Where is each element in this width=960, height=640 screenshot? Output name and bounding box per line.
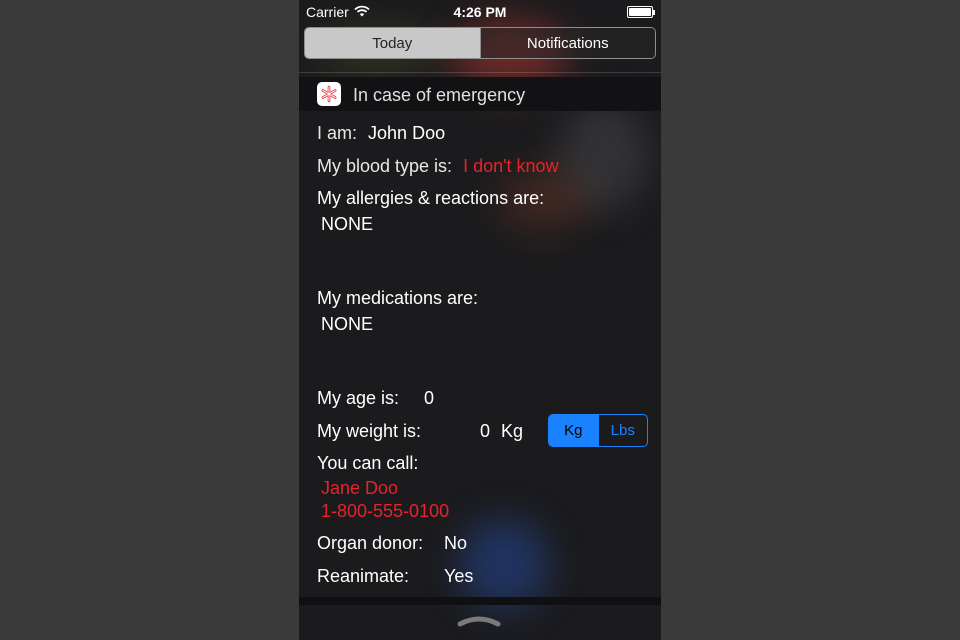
reanimate-value: Yes [444, 566, 474, 586]
name-label: I am: [317, 123, 358, 143]
organ-donor-value: No [444, 533, 468, 553]
age-value: 0 [424, 388, 435, 408]
weight-label: My weight is: [317, 421, 422, 441]
tab-notifications[interactable]: Notifications [479, 28, 655, 58]
call-label: You can call: [317, 453, 419, 473]
widget-header[interactable]: In case of emergency [299, 77, 661, 111]
status-bar: Carrier 4:26 PM [299, 0, 661, 24]
tab-today[interactable]: Today [305, 28, 480, 58]
lbs-option[interactable]: Lbs [597, 415, 648, 446]
widget-footer [299, 597, 661, 605]
blood-type-value: I don't know [463, 156, 559, 176]
contact-phone[interactable]: 1-800-555-0100 [321, 501, 449, 522]
organ-donor-label: Organ donor: [317, 533, 424, 553]
clock: 4:26 PM [453, 4, 507, 20]
notification-center: Carrier 4:26 PM Today Notifications In c… [299, 0, 661, 640]
name-row: I am: John Doo [317, 123, 445, 144]
battery-icon [627, 6, 655, 18]
divider [299, 72, 661, 73]
kg-option[interactable]: Kg [549, 415, 598, 446]
widget-title: In case of emergency [353, 85, 526, 105]
reanimate-label: Reanimate: [317, 566, 410, 586]
weight-unit: Kg [501, 421, 524, 441]
medical-star-icon [317, 82, 341, 106]
medications-label: My medications are: [317, 288, 479, 308]
medications-value: NONE [321, 314, 374, 334]
weight-unit-toggle: Kg Lbs [548, 414, 648, 447]
contact-name[interactable]: Jane Doo [321, 478, 398, 499]
allergies-label: My allergies & reactions are: [317, 188, 545, 208]
grabber-icon[interactable] [457, 614, 501, 633]
age-label: My age is: [317, 388, 400, 408]
blood-type-row: My blood type is: I don't know [317, 156, 559, 177]
weight-value: 0 [480, 421, 491, 441]
blood-type-label: My blood type is: [317, 156, 453, 176]
allergies-value: NONE [321, 214, 374, 234]
name-value: John Doo [368, 123, 446, 143]
notification-center-tabs: Today Notifications [304, 27, 656, 59]
